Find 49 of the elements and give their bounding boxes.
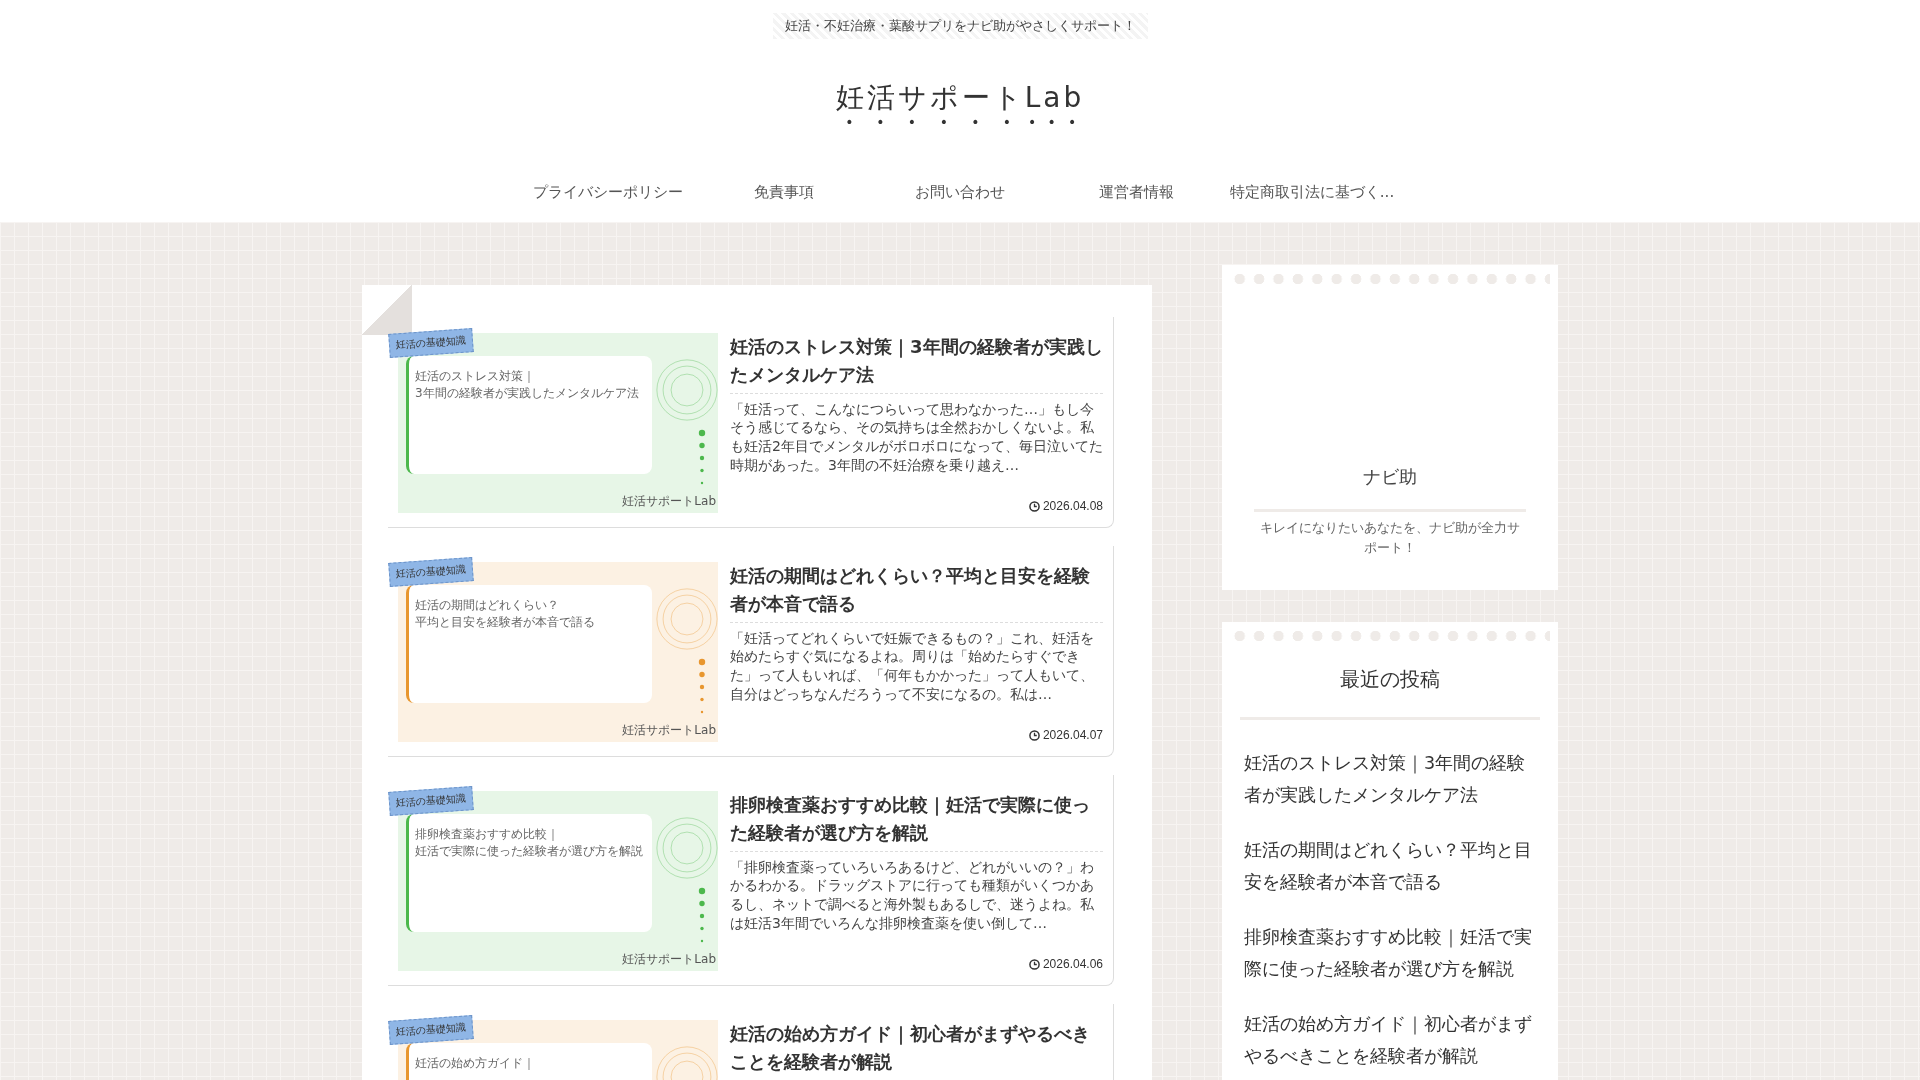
thumbnail-text: 排卵検査薬おすすめ比較｜ xyxy=(415,826,560,843)
thumbnail-text: 平均と目安を経験者が本音で語る xyxy=(415,614,596,632)
category-tag: 妊活の基礎知識 xyxy=(388,786,474,816)
thumbnail-text: 妊活のストレス対策｜ xyxy=(415,368,536,385)
post-card[interactable]: 妊活の基礎知識 排卵検査薬おすすめ比較｜ 妊活で実際に使った経験者が選び方を解説 妊活サポートLab 排卵検査薬おすすめ比較｜妊活で実際に使った経験者が選び方を解説 「排卵検査薬っていろいろあるけど、どれがいいの？」わかるわかる。ドラッグストアに行っても種類がいくつかあるし、ネットで調べると海外製もあるしで、迷うよね。私は妊活3年間でいろんな排卵検査薬を使い倒して… 2026.04.06 xyxy=(388,775,1114,986)
clock-icon xyxy=(1028,500,1040,512)
thumbnail-caption: 妊活サポートLab xyxy=(622,722,716,739)
category-tag: 妊活の基礎知識 xyxy=(388,328,474,358)
thumbnail-caption: 妊活サポートLab xyxy=(622,951,716,968)
profile-bio: キレイになりたいあなたを、ナビ助が全力サポート！ xyxy=(1259,519,1521,557)
recent-post-link[interactable]: 排卵検査薬おすすめ比較｜妊活で実際に使った経験者が選び方を解説 xyxy=(1240,922,1540,985)
recent-post-link[interactable]: 妊活の始め方ガイド｜初心者がまずやるべきことを経験者が解説 xyxy=(1240,1009,1540,1072)
thumbnail-text: 妊活の始め方ガイド｜ xyxy=(415,1055,536,1072)
rings-icon xyxy=(656,817,718,879)
post-title[interactable]: 妊活のストレス対策｜3年間の経験者が実践したメンタルケア法 xyxy=(730,333,1103,394)
post-date: 2026.04.07 xyxy=(1042,728,1103,742)
category-tag: 妊活の基礎知識 xyxy=(388,557,474,587)
page-fold-corner xyxy=(362,285,412,335)
site-tagline: 妊活・不妊治療・葉酸サプリをナビ助がやさしくサポート！ xyxy=(772,13,1148,39)
thumbnail-text: 妊活の期間はどれくらい？ xyxy=(415,597,560,614)
nav-link[interactable]: お問い合わせ xyxy=(872,182,1048,202)
nav-link[interactable]: 運営者情報 xyxy=(1048,182,1224,202)
post-date: 2026.04.06 xyxy=(1042,957,1103,971)
post-title[interactable]: 妊活の期間はどれくらい？平均と目安を経験者が本音で語る xyxy=(730,562,1103,623)
post-excerpt: 「妊活ってどれくらいで妊娠できるもの？」これ、妊活を始めたらすぐ気になるよね。周りは「始めたらすぐできた」って人もいれば、「何年もかかった」って人もいて、自分はどっちなんだろうって不安になるの。私は… xyxy=(730,628,1095,704)
recent-post-link[interactable]: 妊活の期間はどれくらい？平均と目安を経験者が本音で語る xyxy=(1240,835,1540,898)
rings-icon xyxy=(656,588,718,650)
nav-link[interactable]: 免責事項 xyxy=(696,182,872,202)
clock-icon xyxy=(1028,958,1040,970)
rings-icon xyxy=(656,359,718,421)
nav-link[interactable]: プライバシーポリシー xyxy=(520,182,696,202)
post-title[interactable]: 妊活の始め方ガイド｜初心者がまずやるべきことを経験者が解説 xyxy=(730,1020,1103,1080)
post-excerpt: 「妊活って、こんなにつらいって思わなかった…」もし今そう感じてるなら、その気持ちは全然おかしくないよ。私も妊活2年目でメンタルがボロボロになって、毎日泣いてた時期があった。3年間の不妊治療を乗り越え… xyxy=(730,399,1103,475)
post-excerpt: 「排卵検査薬っていろいろあるけど、どれがいいの？」わかるわかる。ドラッグストアに行っても種類がいくつかあるし、ネットで調べると海外製もあるしで、迷うよね。私は妊活3年間でいろんな排卵検査薬を使い倒して… xyxy=(730,857,1095,933)
post-date: 2026.04.08 xyxy=(1042,499,1103,513)
post-card[interactable]: 妊活の基礎知識 妊活のストレス対策｜ 3年間の経験者が実践したメンタルケア法 妊活サポートLab 妊活のストレス対策｜3年間の経験者が実践したメンタルケア法 「妊活って、こんなにつらいって思わなかった…」もし今そう感じてるなら、その気持ちは全然おかしくないよ。私も妊活2年目でメンタルがボロボロになって、毎日泣いてた時期があった。3年間の不妊治療を乗り越え… 2026.04.08 xyxy=(388,317,1114,528)
post-card[interactable]: 妊活の基礎知識 妊活の期間はどれくらい？ 平均と目安を経験者が本音で語る 妊活サポートLab 妊活の期間はどれくらい？平均と目安を経験者が本音で語る 「妊活ってどれくらいで妊娠できるもの？」これ、妊活を始めたらすぐ気になるよね。周りは「始めたらすぐできた」って人もいれば、「何年もかかった」って人もいて、自分はどっちなんだろうって不安になるの。私は… 2026.04.07 xyxy=(388,546,1114,757)
recent-post-link[interactable]: 妊活のストレス対策｜3年間の経験者が実践したメンタルケア法 xyxy=(1240,748,1540,811)
post-card[interactable]: 妊活の基礎知識 妊活の始め方ガイド｜ 妊活の始め方ガイド｜初心者がまずやるべきことを経験者が解説 xyxy=(388,1004,1114,1080)
thumbnail-text: 妊活で実際に使った経験者が選び方を解説 xyxy=(415,843,644,861)
post-title[interactable]: 排卵検査薬おすすめ比較｜妊活で実際に使った経験者が選び方を解説 xyxy=(730,791,1103,852)
site-logo[interactable]: 妊活サポートLab xyxy=(835,79,1085,130)
thumbnail-text: 3年間の経験者が実践したメンタルケア法 xyxy=(415,385,640,403)
thumbnail-caption: 妊活サポートLab xyxy=(622,493,716,510)
category-tag: 妊活の基礎知識 xyxy=(388,1015,474,1045)
widget-heading: 最近の投稿 xyxy=(1240,666,1540,720)
nav-link[interactable]: 特定商取引法に基づく... xyxy=(1224,182,1400,202)
clock-icon xyxy=(1028,729,1040,741)
profile-name: ナビ助 xyxy=(1254,465,1526,512)
